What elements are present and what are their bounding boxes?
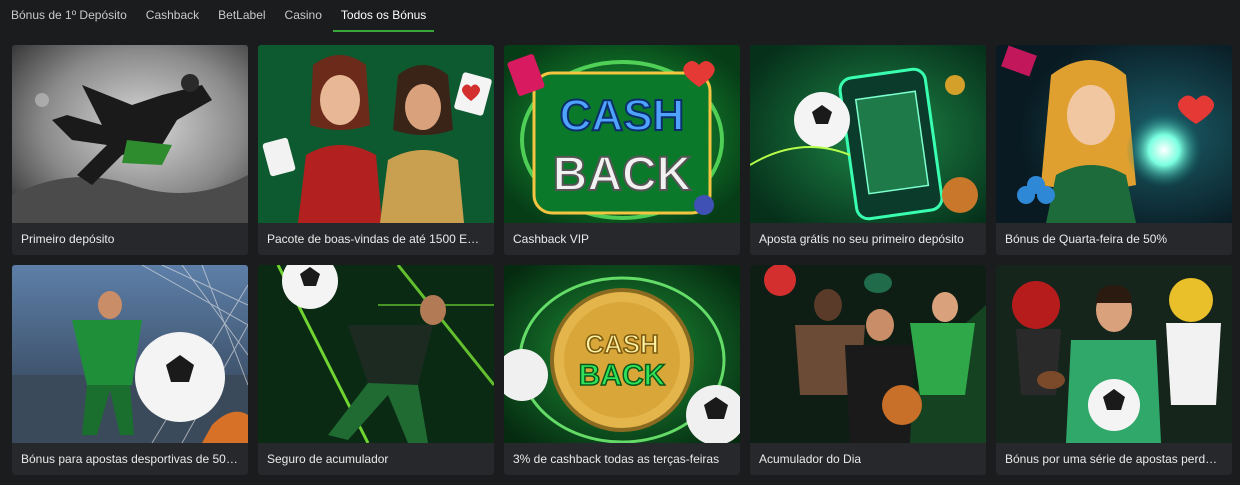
- bonus-panel: Bónus de 1º Depósito Cashback BetLabel C…: [0, 0, 1240, 485]
- bonus-card-title: 3% de cashback todas as terças-feiras: [504, 443, 740, 475]
- sports-team-image: [996, 265, 1232, 443]
- bonus-card-title: Pacote de boas-vindas de até 1500 EUR ..…: [258, 223, 494, 255]
- bonus-card-sports-50[interactable]: Bónus para apostas desportivas de 50%...: [12, 265, 248, 475]
- soccer-kick-image: [12, 45, 248, 223]
- bonus-tabs: Bónus de 1º Depósito Cashback BetLabel C…: [0, 0, 1240, 32]
- bonus-card-free-bet[interactable]: Aposta grátis no seu primeiro depósito: [750, 45, 986, 255]
- tab-cashback[interactable]: Cashback: [138, 0, 207, 32]
- casino-hostesses-image: [258, 45, 494, 223]
- bonus-card-tuesday-cashback[interactable]: CASH BACK 3% de cashback todas as terças…: [504, 265, 740, 475]
- bonus-card-wednesday[interactable]: Bónus de Quarta-feira de 50%: [996, 45, 1232, 255]
- bonus-card-losing-streak[interactable]: Bónus por uma série de apostas perded...: [996, 265, 1232, 475]
- bonus-card-welcome-package[interactable]: Pacote de boas-vindas de até 1500 EUR ..…: [258, 45, 494, 255]
- cashback-vip-image: CASH BACK: [504, 45, 740, 223]
- bonus-card-title: Seguro de acumulador: [258, 443, 494, 475]
- bonus-card-accumulator-of-day[interactable]: Acumulador do Dia: [750, 265, 986, 475]
- tab-all-bonuses[interactable]: Todos os Bónus: [332, 0, 435, 32]
- soccer-goal-celebration-image: [12, 265, 248, 443]
- svg-text:BACK: BACK: [579, 359, 666, 392]
- bonus-grid: Primeiro depósito Pacote de boas-vindas …: [12, 45, 1232, 477]
- bonus-card-title: Cashback VIP: [504, 223, 740, 255]
- svg-text:CASH: CASH: [560, 91, 685, 140]
- free-bet-phone-image: [750, 45, 986, 223]
- bonus-card-title: Bónus por uma série de apostas perded...: [996, 443, 1232, 475]
- tab-betlabel[interactable]: BetLabel: [210, 0, 273, 32]
- bonus-card-title: Acumulador do Dia: [750, 443, 986, 475]
- bonus-card-title: Bónus para apostas desportivas de 50%...: [12, 443, 248, 475]
- multi-sport-athletes-image: [750, 265, 986, 443]
- bonus-card-first-deposit[interactable]: Primeiro depósito: [12, 45, 248, 255]
- svg-text:CASH: CASH: [585, 329, 659, 359]
- cashback-tuesday-image: CASH BACK: [504, 265, 740, 443]
- svg-text:BACK: BACK: [553, 148, 692, 201]
- soccer-volley-image: [258, 265, 494, 443]
- bonus-card-title: Bónus de Quarta-feira de 50%: [996, 223, 1232, 255]
- bonus-card-cashback-vip[interactable]: CASH BACK Cashback VIP: [504, 45, 740, 255]
- tab-first-deposit[interactable]: Bónus de 1º Depósito: [3, 0, 135, 32]
- tab-casino[interactable]: Casino: [277, 0, 330, 32]
- bonus-card-accumulator-insurance[interactable]: Seguro de acumulador: [258, 265, 494, 475]
- bonus-card-title: Primeiro depósito: [12, 223, 248, 255]
- bonus-card-title: Aposta grátis no seu primeiro depósito: [750, 223, 986, 255]
- blonde-sorceress-image: [996, 45, 1232, 223]
